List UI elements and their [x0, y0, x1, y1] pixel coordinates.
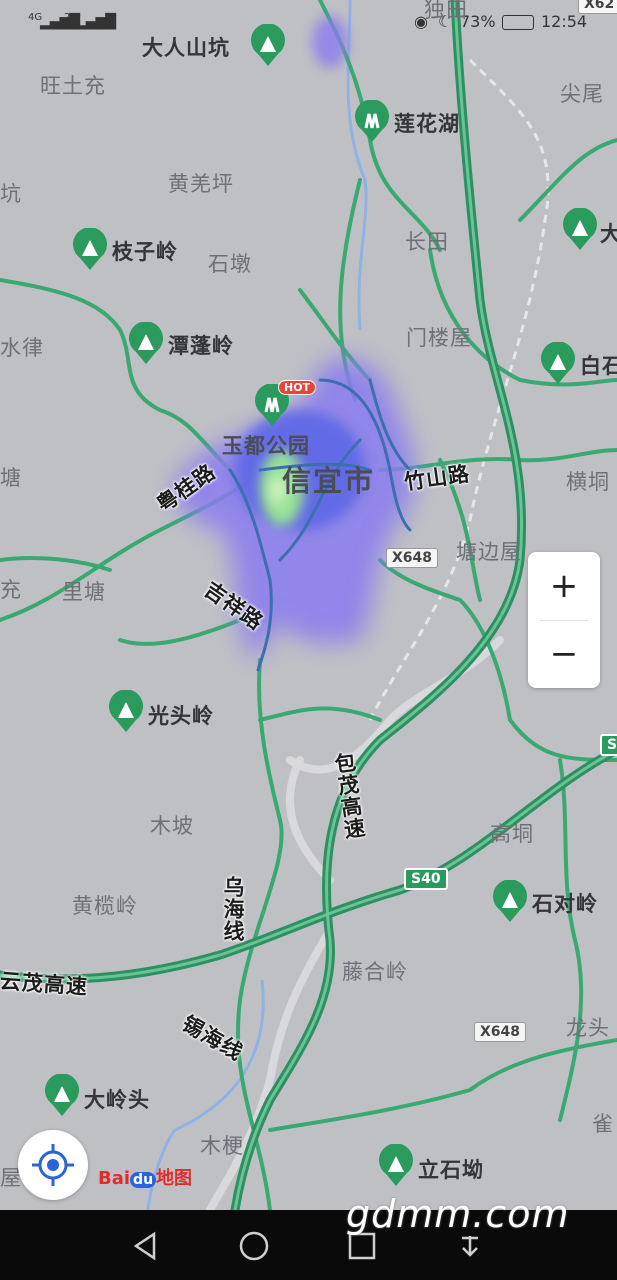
- poi-label[interactable]: 石对岭: [532, 888, 598, 918]
- railway: [368, 58, 550, 721]
- place-label: 雀: [592, 1112, 614, 1136]
- place-label: 龙头: [566, 1016, 610, 1040]
- place-label: 里塘: [62, 580, 106, 604]
- battery-icon: [502, 15, 534, 30]
- home-icon[interactable]: [236, 1228, 272, 1264]
- poi-label[interactable]: 立石坳: [418, 1154, 484, 1184]
- road-badge: X648: [386, 548, 439, 568]
- scenic-pin-icon[interactable]: [378, 1144, 414, 1188]
- status-bar: 4G ▂▄▆█ 2G ▂▄▆█ ◉ ☾ 73% 12:54: [0, 0, 617, 44]
- logo-text-ditu: 地图: [156, 1168, 193, 1189]
- poi-label[interactable]: 玉都公园: [222, 430, 310, 460]
- baidu-logo: Bai du 地图: [98, 1164, 192, 1190]
- locate-button[interactable]: [18, 1130, 88, 1200]
- place-label: 黄榄岭: [72, 894, 138, 918]
- city-label[interactable]: 信宜市: [282, 458, 375, 500]
- place-label: 木梗: [200, 1134, 244, 1158]
- scenic-pin-icon[interactable]: [562, 208, 598, 252]
- scenic-pin-icon[interactable]: [44, 1074, 80, 1118]
- place-label: 长田: [405, 230, 449, 254]
- zoom-out-button[interactable]: −: [528, 620, 600, 688]
- poi-label[interactable]: 光头岭: [148, 700, 214, 730]
- back-icon[interactable]: [128, 1228, 164, 1264]
- place-label: 木坡: [150, 814, 194, 838]
- place-label: 尖尾: [560, 82, 604, 106]
- scenic-pin-icon[interactable]: [250, 24, 286, 68]
- scenic-pin-icon[interactable]: [492, 880, 528, 924]
- place-label: 门楼屋: [406, 326, 472, 350]
- place-label: 横垌: [566, 470, 610, 494]
- road-badge: X62: [578, 0, 617, 14]
- locate-icon: [32, 1144, 74, 1186]
- poi-label[interactable]: 白石: [580, 350, 617, 380]
- poi-label[interactable]: 大: [600, 218, 617, 248]
- place-label: 水律: [0, 336, 44, 360]
- place-label: 石墩: [208, 252, 252, 276]
- place-label: 高垌: [490, 822, 534, 846]
- logo-text-bai: Bai: [98, 1168, 131, 1189]
- place-label: 塘边屋: [456, 540, 522, 564]
- road-badge: S: [600, 734, 617, 756]
- place-label: 黄羌坪: [168, 172, 234, 196]
- road-label: 乌海线: [221, 876, 245, 942]
- scenic-pin-icon[interactable]: [540, 342, 576, 386]
- logo-text-du: du: [130, 1172, 157, 1188]
- place-label: 塘: [0, 466, 22, 490]
- place-label: 旺土充: [40, 74, 106, 98]
- park-pin-icon[interactable]: [354, 100, 390, 144]
- zoom-in-button[interactable]: +: [528, 552, 600, 620]
- road-label: 云茂高速: [0, 968, 89, 1000]
- poi-label[interactable]: 潭蓬岭: [168, 330, 234, 360]
- scenic-pin-icon[interactable]: [128, 322, 164, 366]
- clock: 12:54: [541, 12, 588, 31]
- signal-icon-2: ▂▄▆█: [76, 14, 116, 30]
- zoom-control: + −: [528, 552, 600, 688]
- watermark: gdmm.com: [346, 1192, 570, 1236]
- poi-label[interactable]: 枝子岭: [112, 236, 178, 266]
- scenic-pin-icon[interactable]: [72, 228, 108, 272]
- road-badge: S40: [404, 868, 448, 890]
- scenic-pin-icon[interactable]: [108, 690, 144, 734]
- place-label: 充: [0, 578, 22, 602]
- hot-badge: HOT: [278, 380, 317, 395]
- poi-label[interactable]: 莲花湖: [394, 108, 460, 138]
- poi-label[interactable]: 大人山坑: [142, 32, 230, 62]
- poi-label[interactable]: 大岭头: [84, 1084, 150, 1114]
- place-label: 藤合岭: [342, 960, 408, 984]
- road-badge: X648: [474, 1022, 527, 1042]
- place-label: 坑: [0, 182, 22, 206]
- place-label: 独田: [424, 0, 468, 22]
